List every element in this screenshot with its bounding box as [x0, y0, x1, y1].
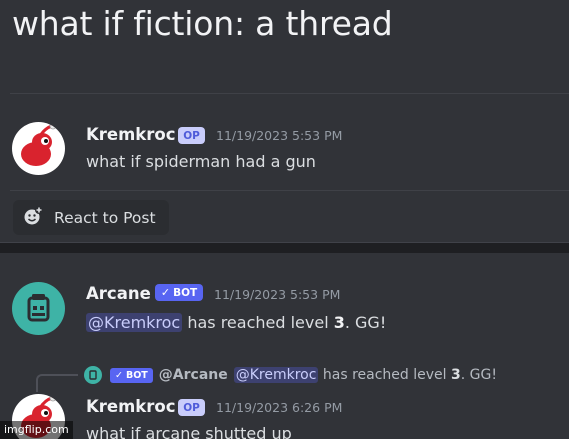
- reply-preview: @Kremkroc has reached level 3. GG!: [233, 367, 497, 383]
- bot-badge: ✓ BOT: [155, 284, 203, 301]
- reply-text-end: . GG!: [460, 367, 497, 383]
- title-divider: [10, 93, 569, 94]
- kremkroc-avatar[interactable]: [12, 122, 65, 175]
- post-divider: [10, 190, 569, 191]
- add-reaction-icon: [23, 205, 43, 230]
- message-content: what if spiderman had a gun: [86, 152, 316, 171]
- reply-mention: @Kremkroc: [233, 367, 319, 383]
- author-name[interactable]: Kremkroc: [86, 125, 176, 144]
- reply-bot-badge-label: BOT: [125, 369, 148, 381]
- arcane-mini-avatar: [84, 366, 102, 384]
- message-content: @Kremkroc has reached level 3. GG!: [86, 313, 386, 332]
- message-text: has reached level: [182, 313, 334, 332]
- bot-badge-label: BOT: [173, 286, 198, 299]
- reply-level-number: 3: [451, 367, 461, 383]
- reply-text: has reached level: [318, 367, 451, 383]
- message-timestamp[interactable]: 11/19/2023 5:53 PM: [216, 128, 342, 143]
- post-replies-separator: [0, 242, 569, 253]
- thread-title: what if fiction: a thread: [12, 4, 393, 43]
- message-timestamp[interactable]: 11/19/2023 5:53 PM: [214, 287, 340, 302]
- reply-bot-badge: ✓ BOT: [110, 367, 153, 383]
- arcane-avatar[interactable]: [12, 282, 65, 335]
- op-badge: OP: [178, 127, 205, 144]
- checkmark-icon: ✓: [160, 286, 171, 299]
- message-content: what if arcane shutted up: [86, 424, 292, 439]
- message-timestamp[interactable]: 11/19/2023 6:26 PM: [216, 400, 342, 415]
- author-name[interactable]: Arcane: [86, 284, 151, 303]
- author-name[interactable]: Kremkroc: [86, 397, 176, 416]
- message-text-end: . GG!: [344, 313, 387, 332]
- react-to-post-label: React to Post: [54, 208, 156, 227]
- imgflip-watermark: imgflip.com: [0, 421, 73, 439]
- reply-reference[interactable]: ✓ BOT @Arcane @Kremkroc has reached leve…: [84, 365, 497, 385]
- level-number: 3: [333, 313, 345, 332]
- reply-spine: [36, 374, 78, 392]
- user-mention[interactable]: @Kremkroc: [86, 313, 183, 332]
- react-to-post-button[interactable]: React to Post: [13, 200, 169, 235]
- thread-view: what if fiction: a thread Kremkroc OP 11…: [0, 0, 569, 439]
- op-badge: OP: [178, 399, 205, 416]
- checkmark-icon: ✓: [115, 369, 123, 381]
- reply-author[interactable]: @Arcane: [159, 367, 228, 383]
